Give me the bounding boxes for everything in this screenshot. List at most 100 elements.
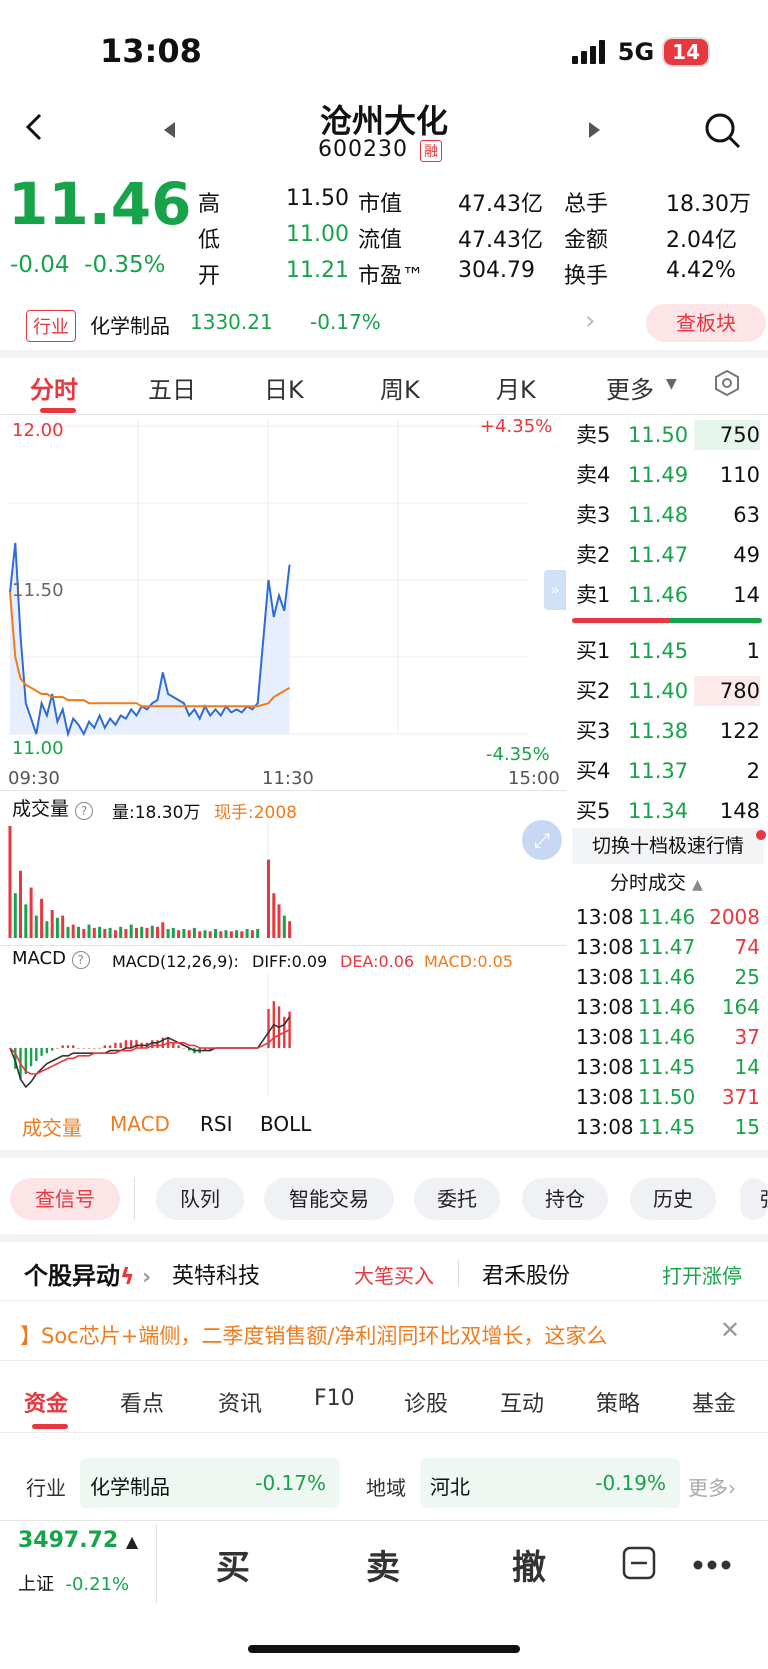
macd-bar — [66, 1045, 70, 1048]
tab-indicator-0[interactable]: 成交量 — [22, 1112, 82, 1141]
volume-bar — [98, 926, 102, 938]
tab-info-6[interactable]: 策略 — [596, 1386, 640, 1418]
ask-volume: 14 — [733, 583, 760, 607]
caret-up-icon: ▲ — [692, 877, 703, 893]
ask-row[interactable]: 卖4 11.49 110 — [576, 460, 760, 490]
tab-chart-5[interactable]: 更多 — [606, 370, 654, 405]
more-menu-button[interactable] — [692, 1556, 732, 1575]
tab-indicator-1[interactable]: MACD — [110, 1112, 170, 1136]
volume-bar — [177, 930, 181, 938]
ask-row[interactable]: 卖1 11.46 14 — [576, 580, 760, 610]
tab-info-5[interactable]: 互动 — [500, 1386, 544, 1418]
volume-bar — [272, 893, 276, 938]
ask-price: 11.48 — [628, 503, 689, 527]
sector-region-pill[interactable]: 河北 -0.19% — [420, 1458, 680, 1508]
news-headline[interactable]: 】Soc芯片+端侧，二季度销售额/净利润同环比双增长，这家么 — [20, 1320, 700, 1350]
tick-price: 11.46 — [638, 905, 696, 929]
macd-bar — [35, 1048, 38, 1061]
expand-panel-button[interactable]: » — [544, 570, 566, 610]
tab-info-0[interactable]: 资金 — [24, 1386, 68, 1418]
action-pill-6[interactable]: 强 — [740, 1178, 768, 1220]
macd-dea: DEA:0.06 — [340, 952, 415, 971]
volume-chart[interactable] — [8, 820, 564, 944]
tab-chart-4[interactable]: 月K — [496, 370, 536, 405]
ask-row[interactable]: 卖3 11.48 63 — [576, 500, 760, 530]
chart-settings-button[interactable] — [714, 369, 740, 400]
tab-info-4[interactable]: 诊股 — [404, 1386, 448, 1418]
divider — [0, 1234, 768, 1242]
macd-chart[interactable] — [8, 972, 564, 1096]
divider — [0, 414, 768, 415]
alert-stock-b[interactable]: 君禾股份 — [482, 1258, 570, 1290]
minimize-button[interactable] — [622, 1546, 656, 1584]
view-sector-button[interactable]: 查板块 — [646, 304, 766, 342]
intraday-price-chart[interactable] — [8, 418, 564, 764]
volume-bar — [214, 929, 217, 938]
ticks-title[interactable]: 分时成交 ▲ — [610, 868, 703, 895]
tick-time: 13:08 — [576, 1115, 634, 1139]
help-icon[interactable]: ? — [71, 951, 90, 969]
tab-chart-0[interactable]: 分时 — [30, 370, 78, 405]
ask-row[interactable]: 卖5 11.50 750 — [576, 420, 760, 450]
action-pill-0[interactable]: 查信号 — [10, 1178, 120, 1220]
alert-stock-a[interactable]: 英特科技 — [172, 1258, 260, 1290]
sector-industry-label: 行业 — [26, 1476, 66, 1500]
tab-info-7[interactable]: 基金 — [692, 1386, 736, 1418]
macd-bar — [56, 1048, 59, 1049]
fullscreen-button[interactable]: ⤢ — [522, 820, 562, 860]
cancel-order-button[interactable]: 撤 — [512, 1540, 546, 1589]
tab-chart-3[interactable]: 周K — [380, 370, 420, 405]
index-value[interactable]: 3497.72 ▲ — [18, 1528, 138, 1553]
help-icon[interactable]: ? — [75, 802, 94, 820]
search-button[interactable] — [704, 112, 742, 154]
next-stock-button[interactable] — [588, 122, 600, 142]
action-pill-4[interactable]: 持仓 — [522, 1178, 608, 1220]
close-icon[interactable]: ✕ — [720, 1316, 740, 1344]
tick-time: 13:08 — [576, 1025, 634, 1049]
volume-bar — [288, 921, 292, 938]
tick-volume: 164 — [721, 995, 760, 1019]
network-type: 5G — [617, 38, 655, 66]
tick-row: 13:08 11.46 164 — [576, 992, 760, 1022]
bid-row[interactable]: 买3 11.38 122 — [576, 716, 760, 746]
action-pill-2[interactable]: 智能交易 — [264, 1178, 394, 1220]
action-pill-3[interactable]: 委托 — [414, 1178, 500, 1220]
time-start: 09:30 — [8, 768, 60, 789]
stock-alert-title[interactable]: 个股异动ϟ › — [24, 1256, 151, 1291]
macd-bar — [156, 1040, 159, 1048]
bid-row[interactable]: 买2 11.40 780 — [576, 676, 760, 706]
macd-bar — [82, 1048, 85, 1049]
bid-row[interactable]: 买1 11.45 1 — [576, 636, 760, 666]
switch-ten-level-button[interactable]: 切换十档极速行情 — [572, 828, 764, 864]
average-line — [9, 592, 291, 708]
tick-price: 11.45 — [638, 1115, 696, 1139]
chevron-right-icon[interactable]: › — [585, 306, 595, 336]
sector-industry-name: 化学制品 — [90, 1475, 170, 1499]
more-sectors-link[interactable]: 更多› — [688, 1472, 736, 1501]
industry-name[interactable]: 化学制品 — [90, 310, 170, 339]
tab-info-1[interactable]: 看点 — [120, 1386, 164, 1418]
tab-info-3[interactable]: F10 — [314, 1386, 355, 1411]
tick-price: 11.47 — [638, 935, 696, 959]
tab-indicator-2[interactable]: RSI — [200, 1112, 233, 1136]
bid-row[interactable]: 买5 11.34 148 — [576, 796, 760, 826]
macd-bar — [40, 1048, 43, 1056]
signal-icon — [571, 40, 605, 64]
tab-info-2[interactable]: 资讯 — [218, 1386, 262, 1418]
action-pill-1[interactable]: 队列 — [156, 1178, 244, 1220]
tab-indicator-3[interactable]: BOLL — [260, 1112, 311, 1136]
action-pill-5[interactable]: 历史 — [630, 1178, 716, 1220]
tick-price: 11.46 — [638, 1025, 696, 1049]
stat-value: 11.21 — [286, 258, 349, 283]
sell-button[interactable]: 卖 — [366, 1540, 400, 1589]
sector-industry-pill[interactable]: 化学制品 -0.17% — [80, 1458, 340, 1508]
buy-button[interactable]: 买 — [216, 1540, 250, 1589]
tab-chart-2[interactable]: 日K — [264, 370, 304, 405]
hexagon-settings-icon — [715, 369, 739, 397]
tick-volume: 371 — [721, 1085, 760, 1109]
bid-row[interactable]: 买4 11.37 2 — [576, 756, 760, 786]
index-info: 上证 -0.21% — [18, 1574, 130, 1595]
industry-value: 1330.21 — [190, 310, 273, 334]
tab-chart-1[interactable]: 五日 — [148, 370, 196, 405]
ask-row[interactable]: 卖2 11.47 49 — [576, 540, 760, 570]
